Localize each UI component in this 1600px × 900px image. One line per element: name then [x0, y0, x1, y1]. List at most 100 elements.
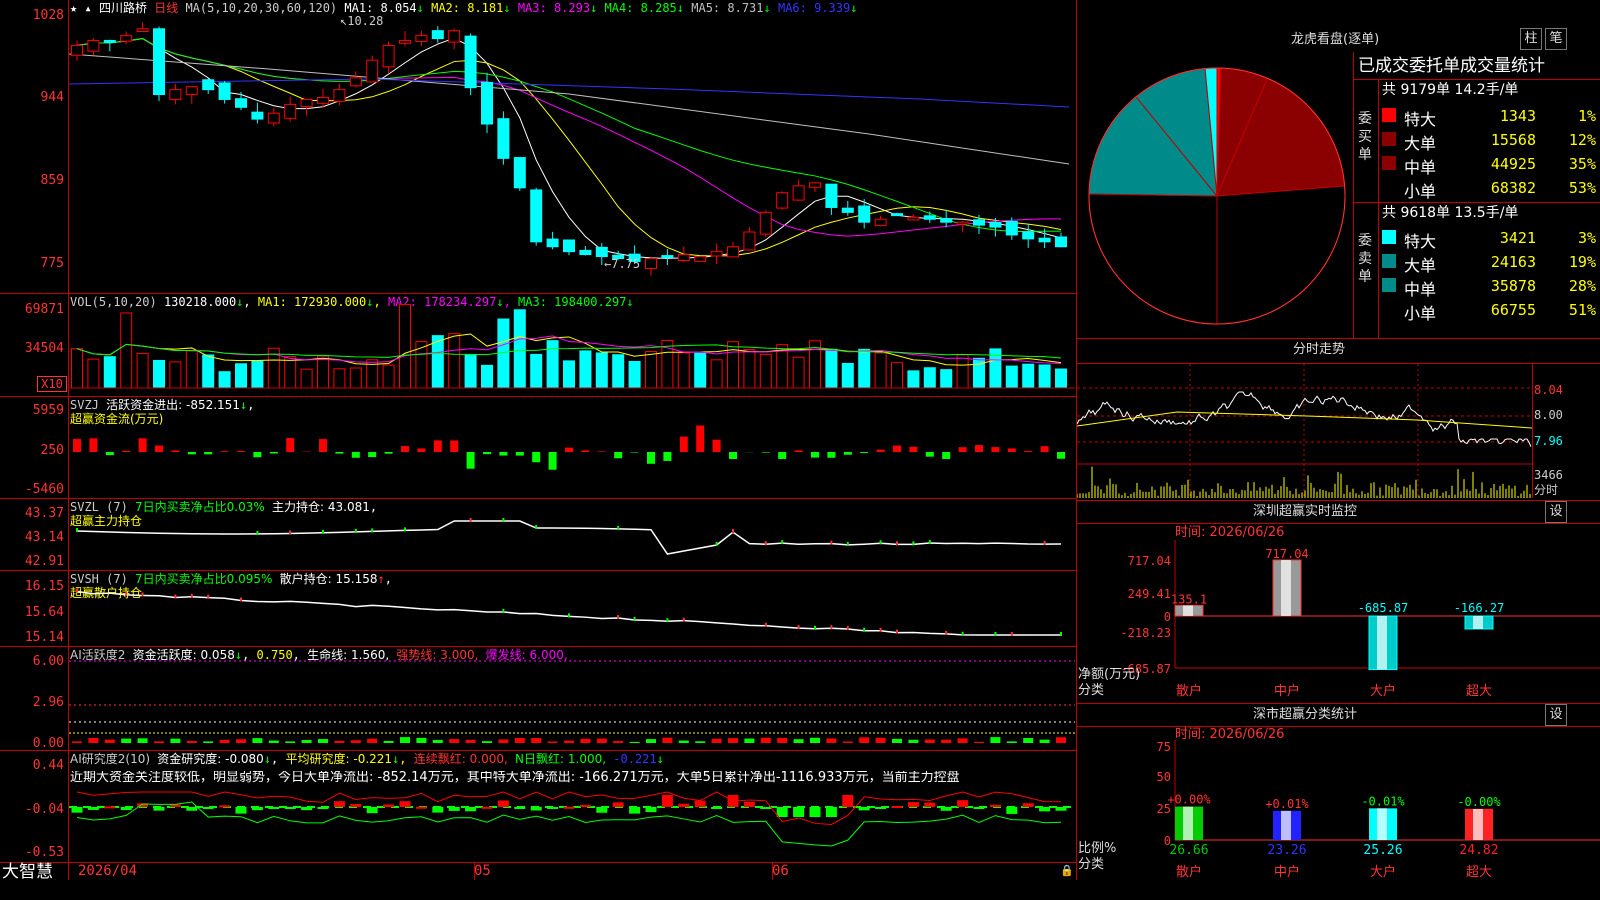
sz-axis-label2: 分类 — [1078, 683, 1105, 698]
ai-active-y-tick: 0.00 — [32, 736, 64, 751]
volume-chart[interactable] — [69, 296, 1075, 396]
candle — [333, 89, 346, 102]
research-bar — [169, 804, 181, 807]
holding-tick — [945, 630, 948, 635]
volume-bar — [317, 355, 329, 389]
dropdown-icon[interactable]: ▴ — [84, 1, 91, 15]
szc-pct: 25.26 — [1363, 843, 1402, 858]
research-bar — [776, 807, 788, 817]
month-divider — [474, 862, 475, 880]
szc-category: 中户 — [1274, 864, 1300, 880]
ma-legend-item: MA4: 8.285↓ — [597, 1, 685, 15]
brand-logo[interactable]: 大智慧 — [2, 862, 53, 882]
ma60-line — [69, 53, 1070, 165]
candle — [563, 239, 575, 253]
research-bar — [842, 795, 854, 807]
active-bar — [564, 740, 574, 743]
retail-holding-chart[interactable] — [69, 571, 1075, 646]
research-bar — [71, 807, 83, 813]
holding-tick — [371, 528, 374, 533]
sz-net-bar-chart[interactable]: 717.04 249.41 0 -218.23 -685.87 135.1 散户 717.04… — [1077, 540, 1600, 700]
candle — [973, 219, 985, 226]
flow-bar — [1007, 448, 1016, 452]
active-bar — [728, 738, 738, 743]
order-type: 特大 — [1404, 110, 1437, 129]
tick-view-button[interactable]: 笔 — [1545, 28, 1567, 50]
research-bar — [530, 807, 542, 811]
sz-axis-label: 净额(万元) — [1078, 667, 1141, 682]
research-bar — [432, 807, 444, 813]
ai-active-chart[interactable] — [69, 647, 1075, 750]
holding-tick — [174, 594, 177, 599]
order-pct: 1% — [1577, 107, 1596, 125]
flow-bar — [155, 445, 163, 452]
column-view-button[interactable]: 柱 — [1520, 28, 1542, 50]
flow-bar — [696, 425, 705, 452]
candle — [513, 157, 526, 189]
active-bar — [498, 739, 509, 743]
research-bar — [87, 807, 99, 810]
main-chart-area[interactable]: ★ ▴ 四川路桥 日线 MA(5,10,20,30,60,120) MA1: 8… — [0, 0, 1077, 882]
order-color-swatch — [1382, 108, 1396, 122]
candle — [907, 216, 920, 221]
active-bar — [760, 737, 771, 743]
holding-tick — [928, 540, 931, 545]
order-color-swatch — [1382, 254, 1396, 268]
sz-bar-highlight — [1183, 605, 1193, 616]
research-bar — [350, 804, 362, 807]
order-row: 小单 66755 51% — [1382, 298, 1598, 323]
candle — [677, 254, 690, 262]
holding-tick — [1060, 632, 1062, 636]
active-bar — [711, 738, 722, 743]
flow-bar — [1057, 452, 1065, 459]
research-bar — [497, 800, 509, 807]
period-label[interactable]: 日线 — [154, 1, 178, 15]
research-bar — [678, 803, 690, 807]
research-bar — [612, 802, 624, 807]
ai-research-chart[interactable] — [69, 790, 1075, 862]
price-y-tick: 1028 — [32, 8, 64, 23]
vol-unit-badge[interactable]: X10 — [37, 376, 67, 392]
sz-monitor-title: 深圳超赢实时监控 — [1253, 504, 1358, 519]
order-row: 特大 1343 1% — [1382, 104, 1598, 129]
holding-tick — [469, 518, 472, 522]
holding-tick — [846, 625, 849, 630]
fund-flow-chart[interactable] — [69, 397, 1075, 497]
research-bar — [1022, 803, 1034, 807]
holding-tick — [879, 540, 882, 545]
active-bar — [842, 741, 853, 743]
lock-icon[interactable]: 🔒 — [1060, 864, 1074, 878]
sz-y-tick: 0 — [1164, 610, 1171, 624]
candlestick-chart[interactable] — [69, 14, 1075, 293]
sz-class-bar-chart[interactable]: 7550250+0.00%26.66散户+0.01%23.26中户-0.01%2… — [1077, 740, 1600, 900]
flow-bar — [89, 438, 98, 452]
order-color-swatch — [1382, 156, 1396, 170]
candle — [661, 255, 674, 259]
volume-bar — [382, 364, 395, 389]
holding-tick — [896, 541, 898, 546]
holding-tick — [568, 613, 570, 618]
intraday-vol-label: 分时 — [1534, 483, 1559, 497]
candle — [956, 221, 969, 225]
volume-bar — [218, 371, 231, 389]
candle — [431, 30, 444, 40]
intraday-vol-tick: 3466 — [1534, 468, 1563, 482]
pane-separator — [0, 862, 1076, 863]
sz-bar-value: -166.27 — [1454, 601, 1505, 615]
sz-monitor-settings-button[interactable]: 设 — [1545, 501, 1567, 523]
low-marker: ←7.75 — [604, 257, 641, 271]
candle — [218, 82, 231, 100]
stock-name[interactable]: 四川路桥 — [99, 1, 147, 15]
order-type: 大单 — [1404, 134, 1437, 153]
active-bar — [482, 741, 492, 743]
active-bar — [580, 738, 591, 743]
main-holding-chart[interactable] — [69, 499, 1075, 570]
holding-tick — [617, 525, 620, 530]
sz-category: 散户 — [1176, 683, 1202, 699]
sz-class-settings-button[interactable]: 设 — [1545, 704, 1567, 726]
star-icon[interactable]: ★ — [70, 1, 77, 15]
intraday-chart[interactable] — [1077, 364, 1532, 498]
volume-bar — [907, 370, 920, 389]
research-bar — [448, 807, 460, 811]
order-pie-chart[interactable] — [1083, 62, 1351, 330]
